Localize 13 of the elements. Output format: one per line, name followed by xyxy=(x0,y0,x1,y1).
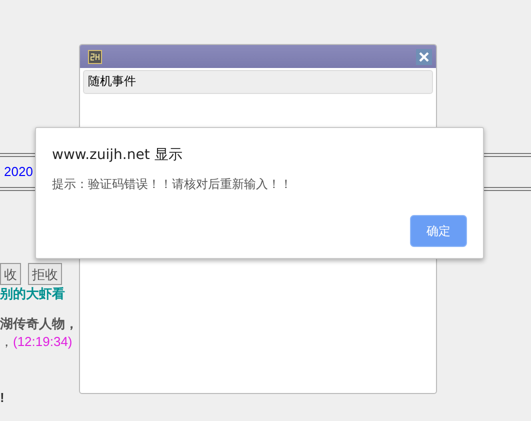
message-text: 湖传奇人物， xyxy=(0,315,78,333)
tab[interactable]: 随机事件 xyxy=(88,73,136,91)
dialog-title: www.zuijh.net 显示 xyxy=(52,146,184,165)
message-text: ! xyxy=(0,389,4,407)
message-text: 别的大虾看 xyxy=(0,285,65,303)
receive-button[interactable]: 收 xyxy=(0,263,21,285)
dialog-message: 提示：验证码错误！！请核对后重新输入！！ xyxy=(52,176,293,192)
date-text: 2020 xyxy=(3,163,33,181)
logo-icon xyxy=(88,50,102,64)
timestamp: (12:19:34) xyxy=(13,334,72,349)
close-button[interactable] xyxy=(416,48,432,64)
reject-button[interactable]: 拒收 xyxy=(28,263,62,285)
message-text: ， xyxy=(0,334,13,349)
